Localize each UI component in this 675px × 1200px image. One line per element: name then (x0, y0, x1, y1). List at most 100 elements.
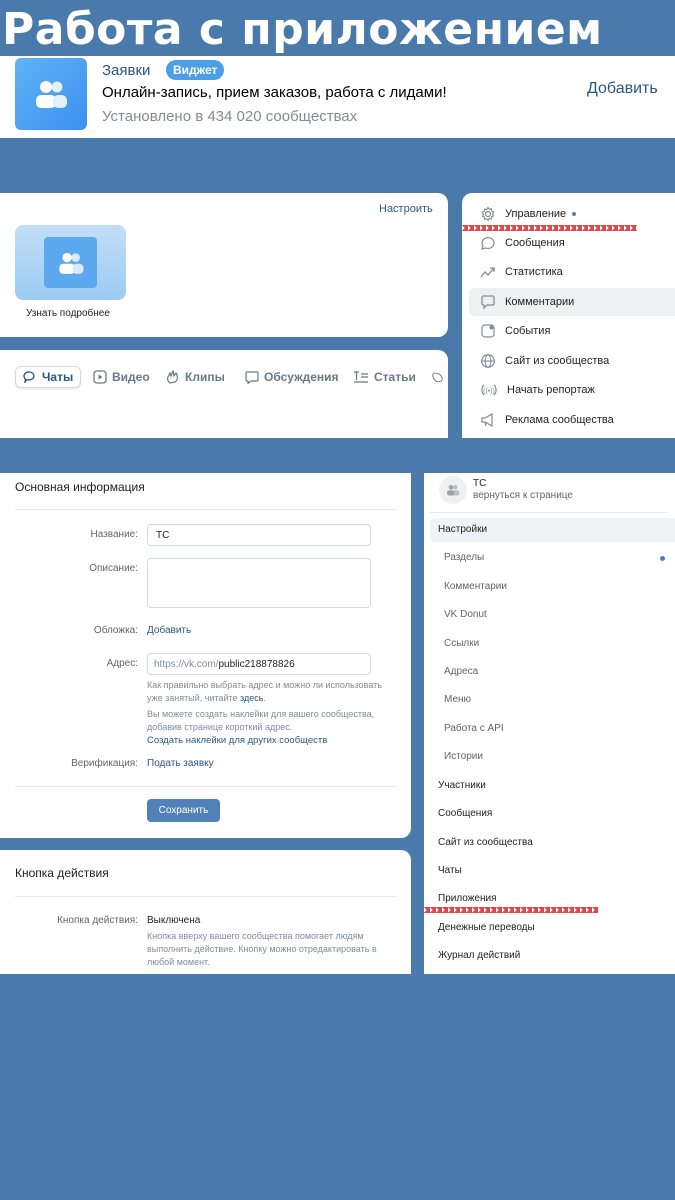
settings-item-vk-donut[interactable]: VK Donut (444, 609, 487, 620)
divider (15, 786, 397, 787)
notification-dot (660, 556, 665, 561)
menu-item-label: Реклама сообщества (505, 414, 614, 426)
settings-item-api[interactable]: Работа с API (444, 723, 504, 734)
megaphone-icon (481, 412, 493, 428)
globe-icon (481, 354, 495, 368)
settings-item-messages[interactable]: Сообщения (438, 808, 492, 819)
annotation-underline (424, 907, 598, 913)
add-app-button[interactable]: Добавить (587, 80, 658, 98)
tab-label: Клипы (185, 370, 225, 384)
settings-item-site[interactable]: Сайт из сообщества (438, 837, 533, 848)
section-title: Основная информация (15, 480, 145, 494)
widget-badge: Виджет (166, 60, 225, 80)
menu-item-label: Управление (505, 208, 567, 220)
tab-discussions[interactable]: Обсуждения (245, 366, 339, 388)
tab-more[interactable] (432, 366, 448, 388)
action-button-label: Кнопка действия: (57, 915, 138, 926)
menu-item-broadcast[interactable]: ((•)) Начать репортаж (480, 381, 595, 399)
avatar[interactable] (439, 476, 467, 504)
cover-label: Обложка: (93, 625, 138, 636)
menu-item-site[interactable]: Сайт из сообщества (480, 352, 609, 370)
address-hint: Как правильно выбрать адрес и можно ли и… (147, 680, 382, 703)
create-stickers-link[interactable]: Создать наклейки для других сообществ (147, 735, 327, 746)
name-value: ТС (156, 529, 170, 541)
tab-label: Видео (112, 370, 150, 384)
action-button-status[interactable]: Выключена (147, 915, 200, 926)
save-button[interactable]: Сохранить (147, 799, 220, 822)
address-hint-link[interactable]: здесь (240, 693, 263, 703)
video-icon (93, 370, 107, 384)
apply-verification-link[interactable]: Подать заявку (147, 758, 214, 769)
settings-item-transfers[interactable]: Денежные переводы (438, 922, 535, 933)
divider (430, 512, 667, 513)
menu-item-label: Сообщения (505, 237, 565, 249)
settings-item-members[interactable]: Участники (438, 780, 486, 791)
section-title: Кнопка действия (15, 866, 109, 880)
divider (15, 896, 397, 897)
users-icon (44, 237, 97, 288)
broadcast-icon: ((•)) (481, 384, 497, 396)
description-label: Описание: (89, 563, 138, 574)
community-name[interactable]: ТС (473, 478, 486, 489)
event-icon (481, 324, 495, 338)
tab-clips[interactable]: Клипы (166, 366, 225, 388)
divider (15, 509, 397, 510)
settings-item-sections[interactable]: Разделы (444, 552, 484, 563)
tab-articles[interactable]: Статьи (353, 366, 416, 388)
address-value: public218878826 (218, 658, 295, 670)
menu-item-label: Комментарии (505, 296, 575, 308)
app-name[interactable]: Заявки (102, 62, 150, 79)
settings-item-apps[interactable]: Приложения (438, 893, 497, 904)
chart-icon (480, 267, 495, 278)
settings-item-menu[interactable]: Меню (444, 694, 471, 705)
address-input[interactable]: https://vk.com/public218878826 (147, 653, 371, 675)
settings-item-settings[interactable]: Настройки (438, 524, 487, 535)
menu-item-label: Сайт из сообщества (505, 355, 610, 367)
name-input[interactable]: ТС (147, 524, 371, 546)
svg-text:((•)): ((•)) (483, 388, 495, 395)
chats-icon (23, 371, 35, 383)
action-button-hint: Кнопка вверху вашего сообщества помогает… (147, 931, 377, 967)
notification-dot (572, 212, 577, 216)
sticker-hint: Вы можете создать наклейки для вашего со… (147, 709, 375, 732)
menu-item-label: Начать репортаж (507, 384, 595, 396)
settings-item-chats[interactable]: Чаты (438, 865, 462, 876)
address-prefix: https://vk.com/ (154, 658, 219, 670)
tab-chats[interactable]: Чаты (15, 366, 81, 388)
app-icon[interactable] (15, 58, 87, 130)
settings-item-stories[interactable]: Истории (444, 751, 483, 762)
back-to-page-link[interactable]: вернуться к странице (473, 490, 573, 501)
settings-item-comments[interactable]: Комментарии (444, 581, 507, 592)
menu-item-label: События (505, 325, 551, 337)
menu-item-ads[interactable]: Реклама сообщества (480, 411, 614, 429)
tabs-card (0, 350, 448, 438)
address-label: Адрес: (106, 658, 138, 669)
settings-item-action-log[interactable]: Журнал действий (438, 950, 520, 961)
settings-item-addresses[interactable]: Адреса (444, 666, 478, 677)
add-cover-link[interactable]: Добавить (147, 625, 191, 636)
page-headline: Работа с приложением (2, 4, 603, 55)
chat-icon (481, 236, 495, 250)
menu-item-comments[interactable]: Комментарии (480, 293, 574, 311)
menu-item-messages[interactable]: Сообщения (480, 234, 565, 252)
configure-link[interactable]: Настроить (379, 203, 433, 215)
menu-item-manage[interactable]: Управление (480, 205, 577, 223)
clips-icon (167, 370, 178, 384)
tab-label: Чаты (42, 370, 74, 384)
app-install-count: Установлено в 434 020 сообществах (102, 108, 358, 125)
settings-item-links[interactable]: Ссылки (444, 638, 479, 649)
users-icon (36, 81, 67, 108)
verification-label: Верификация: (71, 758, 138, 769)
learn-more-label[interactable]: Узнать подробнее (26, 308, 110, 319)
users-icon (447, 484, 460, 496)
discussions-icon (245, 370, 259, 384)
menu-item-events[interactable]: События (480, 322, 550, 340)
name-label: Название: (90, 529, 138, 540)
tab-video[interactable]: Видео (93, 366, 150, 388)
description-textarea[interactable] (147, 558, 371, 608)
more-tab-icon (432, 372, 443, 383)
tab-label: Обсуждения (264, 370, 339, 384)
annotation-underline (462, 225, 637, 231)
menu-item-statistics[interactable]: Статистика (480, 263, 563, 281)
menu-item-label: Статистика (505, 266, 563, 278)
